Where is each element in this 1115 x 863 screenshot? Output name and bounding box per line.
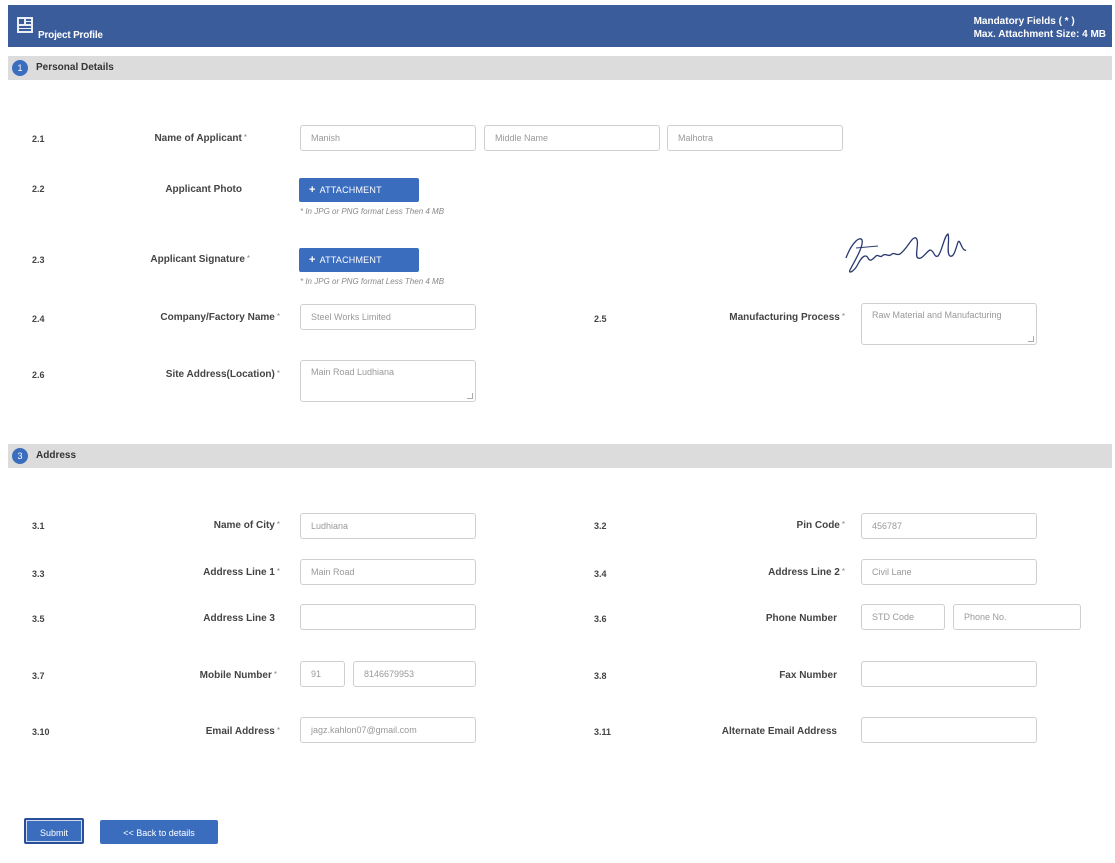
page-header: Project Profile Mandatory Fields ( * ) M…	[8, 5, 1112, 47]
address-line-2-input[interactable]: Civil Lane	[861, 559, 1037, 585]
section-title: Personal Details	[36, 62, 114, 73]
address-line-1-input[interactable]: Main Road	[300, 559, 476, 585]
form-document-icon	[17, 17, 33, 33]
attachment-size-note: Max. Attachment Size: 4 MB	[973, 29, 1106, 40]
section-personal-details: 1 Personal Details	[8, 56, 1112, 80]
mobile-number-input[interactable]: 8146679953	[353, 661, 476, 687]
signature-preview-image	[845, 233, 967, 273]
site-address-label: Site Address(Location) *	[165, 369, 280, 380]
row-number: 3.1	[32, 521, 45, 531]
row-number: 2.3	[32, 255, 45, 265]
row-number: 3.2	[594, 521, 607, 531]
country-code-input[interactable]: 91	[300, 661, 345, 687]
section-number: 1	[12, 60, 28, 76]
row-number: 3.10	[32, 727, 50, 737]
plus-icon: +	[309, 184, 316, 196]
back-to-details-button[interactable]: << Back to details	[100, 820, 218, 844]
mobile-number-label: Mobile Number *	[199, 670, 277, 681]
row-number: 3.11	[594, 727, 612, 737]
row-number: 3.7	[32, 671, 45, 681]
manufacturing-process-label: Manufacturing Process *	[729, 312, 845, 323]
section-title: Address	[36, 450, 77, 461]
applicant-signature-label: Applicant Signature *	[150, 254, 250, 265]
signature-attachment-button[interactable]: + ATTACHMENT	[299, 248, 419, 272]
company-name-label: Company/Factory Name *	[160, 312, 280, 323]
section-number: 3	[12, 448, 28, 464]
phone-number-label: Phone Number	[765, 613, 837, 624]
row-number: 2.2	[32, 184, 45, 194]
middle-name-input[interactable]: Middle Name	[484, 125, 660, 151]
site-address-textarea[interactable]: Main Road Ludhiana	[300, 360, 476, 402]
row-number: 3.3	[32, 569, 45, 579]
row-number: 3.4	[594, 569, 607, 579]
section-address: 3 Address	[8, 444, 1112, 468]
first-name-input[interactable]: Manish	[300, 125, 476, 151]
row-number: 2.4	[32, 314, 45, 324]
alternate-email-label: Alternate Email Address	[721, 726, 837, 737]
signature-format-hint: * In JPG or PNG format Less Then 4 MB	[300, 277, 445, 286]
row-number: 3.5	[32, 614, 45, 624]
mandatory-fields-note: Mandatory Fields ( * )	[973, 16, 1075, 27]
row-number: 2.6	[32, 370, 45, 380]
submit-button[interactable]: Submit	[24, 818, 84, 844]
address-line-2-label: Address Line 2 *	[768, 567, 845, 578]
last-name-input[interactable]: Malhotra	[667, 125, 843, 151]
phone-number-input[interactable]: Phone No.	[953, 604, 1081, 630]
pin-code-input[interactable]: 456787	[861, 513, 1037, 539]
row-number: 3.6	[594, 614, 607, 624]
address-line-3-input[interactable]	[300, 604, 476, 630]
std-code-input[interactable]: STD Code	[861, 604, 945, 630]
fax-number-input[interactable]	[861, 661, 1037, 687]
fax-number-label: Fax Number	[779, 670, 837, 681]
company-name-input[interactable]: Steel Works Limited	[300, 304, 476, 330]
alternate-email-input[interactable]	[861, 717, 1037, 743]
applicant-name-label: Name of Applicant *	[154, 133, 247, 144]
address-line-3-label: Address Line 3	[203, 613, 275, 624]
pin-code-label: Pin Code *	[796, 520, 845, 531]
manufacturing-process-textarea[interactable]: Raw Material and Manufacturing	[861, 303, 1037, 345]
photo-format-hint: * In JPG or PNG format Less Then 4 MB	[300, 207, 445, 216]
city-label: Name of City *	[213, 520, 280, 531]
row-number: 3.8	[594, 671, 607, 681]
address-line-1-label: Address Line 1 *	[203, 567, 280, 578]
row-number: 2.1	[32, 134, 45, 144]
plus-icon: +	[309, 254, 316, 266]
city-input[interactable]: Ludhiana	[300, 513, 476, 539]
email-address-label: Email Address *	[205, 726, 280, 737]
row-number: 2.5	[594, 314, 607, 324]
photo-attachment-button[interactable]: + ATTACHMENT	[299, 178, 419, 202]
email-address-input[interactable]: jagz.kahlon07@gmail.com	[300, 717, 476, 743]
applicant-photo-label: Applicant Photo	[165, 184, 242, 195]
header-notes: Mandatory Fields ( * ) Max. Attachment S…	[974, 15, 1106, 41]
page-title: Project Profile	[38, 30, 103, 41]
